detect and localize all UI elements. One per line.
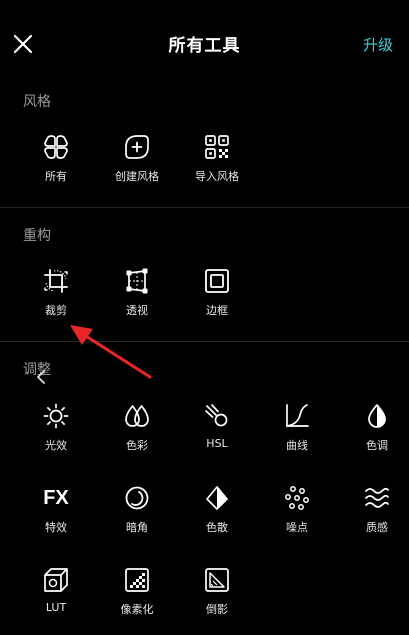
frame-icon [204,268,230,294]
crop-icon [43,268,69,294]
tool-label: 噪点 [286,521,308,534]
tool-label: 所有 [45,170,67,183]
cube-icon [43,567,69,593]
tool-label: 质感 [366,521,388,534]
tool-perspective[interactable]: 透视 [96,268,176,330]
tool-label: 色调 [366,439,388,452]
tool-color[interactable]: 色彩 [96,403,176,465]
four-petal-icon [43,134,69,160]
comet-icon [204,403,230,429]
tool-frame[interactable]: 边框 [176,268,256,330]
tool-effects[interactable]: FX 特效 [15,485,95,547]
header: 所有工具 升级 [0,0,409,90]
tool-crop[interactable]: 裁剪 [15,268,95,330]
tool-label: 色彩 [126,439,148,452]
tool-pixelate[interactable]: 像素化 [96,567,176,629]
vignette-icon [124,485,150,511]
tool-light[interactable]: 光效 [15,403,95,465]
tool-label: LUT [45,601,67,614]
section-divider [0,341,409,342]
all-tools-screen: 所有工具 升级 风格 所有 创建风格 导入风格 重构 裁剪 透视 边框 调整 光… [0,0,409,635]
tool-grain[interactable]: 噪点 [256,485,336,547]
tool-reflection[interactable]: 倒影 [176,567,256,629]
tool-label: 裁剪 [45,304,67,317]
waves-icon [364,485,390,511]
reflection-icon [204,567,230,593]
tool-label: 导入风格 [195,170,239,183]
qr-code-icon [204,134,230,160]
tool-label: 倒影 [206,603,228,616]
curve-icon [284,403,310,429]
tool-label: HSL [206,437,228,450]
tool-label: 特效 [45,521,67,534]
section-title-rebuild: 重构 [23,228,51,244]
tool-label: 色散 [206,521,228,534]
tool-label: 透视 [126,304,148,317]
tool-all[interactable]: 所有 [15,134,95,196]
tool-create-style[interactable]: 创建风格 [96,134,176,196]
tool-lut[interactable]: LUT [15,567,95,629]
upgrade-button[interactable]: 升级 [363,34,393,55]
tool-label: 曲线 [286,439,308,452]
tool-label: 像素化 [120,603,154,616]
page-title: 所有工具 [168,36,241,56]
tool-tone[interactable]: 色调 [336,403,409,465]
tool-label: 光效 [45,439,67,452]
drop-icon [364,403,390,429]
tool-label: 创建风格 [115,170,159,183]
section-divider [0,207,409,208]
tool-label: 暗角 [126,521,148,534]
tool-dispersion[interactable]: 色散 [176,485,256,547]
sun-icon [43,403,69,429]
chevron-left-icon[interactable] [33,368,51,386]
perspective-icon [124,268,150,294]
pixelate-icon [124,567,150,593]
tool-label: 边框 [206,304,228,317]
fx-icon: FX [43,487,69,509]
grain-dots-icon [284,485,310,511]
tool-import-style[interactable]: 导入风格 [176,134,256,196]
section-title-style: 风格 [23,94,51,110]
tool-texture[interactable]: 质感 [336,485,409,547]
tool-hsl[interactable]: HSL [176,403,256,465]
tool-curve[interactable]: 曲线 [256,403,336,465]
tool-vignette[interactable]: 暗角 [96,485,176,547]
color-drops-icon [124,403,150,429]
prism-icon [204,485,230,511]
add-style-icon [124,134,150,160]
